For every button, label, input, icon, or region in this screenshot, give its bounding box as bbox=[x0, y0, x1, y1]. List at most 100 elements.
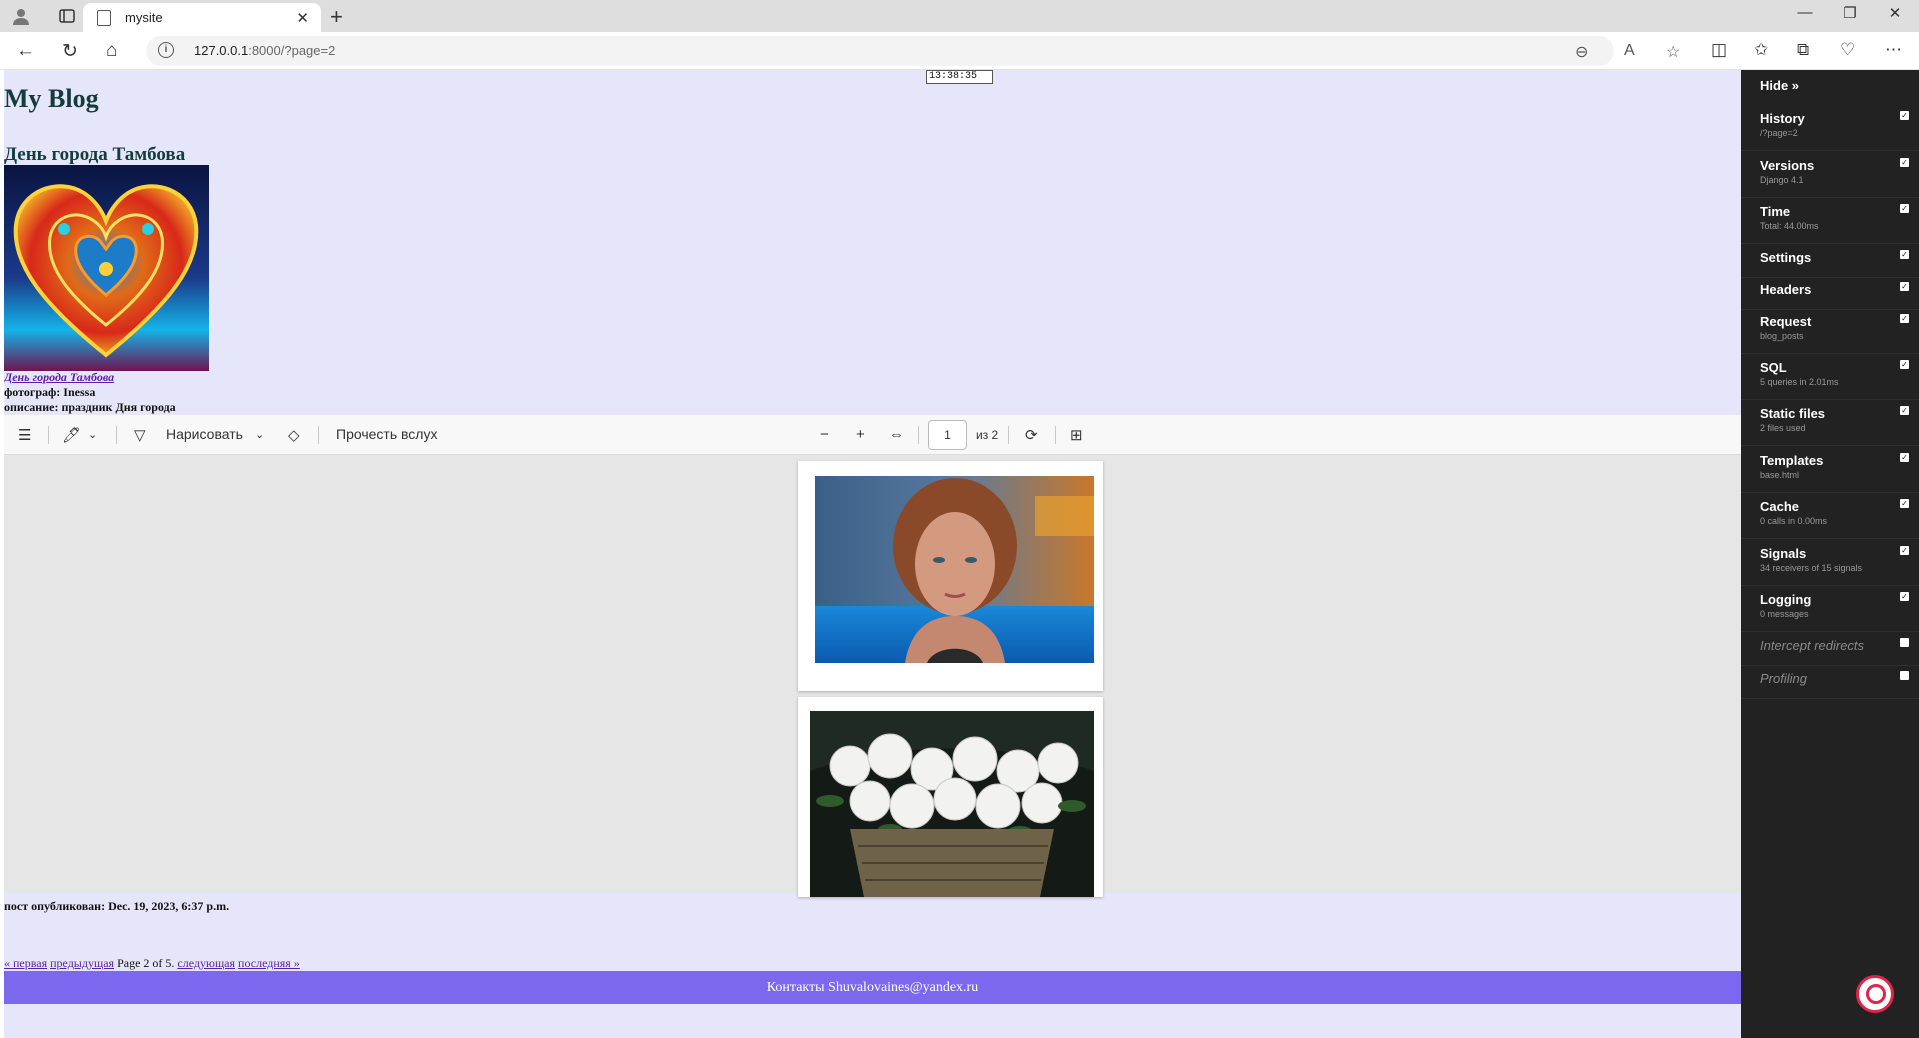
debug-panel-title: Cache bbox=[1760, 499, 1800, 514]
debug-panel-title: Request bbox=[1760, 314, 1812, 329]
hide-toolbar-button[interactable]: Hide » bbox=[1760, 78, 1799, 93]
checkbox-checked-icon[interactable]: ✓ bbox=[1900, 360, 1909, 369]
chevron-down-icon[interactable]: ⌄ bbox=[255, 428, 264, 441]
debug-panel-title: Profiling bbox=[1760, 671, 1807, 686]
browser-tab-mysite[interactable]: mysite ✕ bbox=[83, 3, 321, 32]
checkbox-checked-icon[interactable]: ✓ bbox=[1900, 250, 1909, 259]
checkbox-checked-icon[interactable]: ✓ bbox=[1900, 158, 1909, 167]
first-page-link[interactable]: « первая bbox=[4, 956, 47, 970]
tabs-icon[interactable] bbox=[55, 4, 79, 28]
checkbox-checked-icon[interactable]: ✓ bbox=[1900, 314, 1909, 323]
debug-panel-versions[interactable]: Versions Django 4.1 ✓ bbox=[1741, 158, 1919, 198]
clock-field: 13:38:35 bbox=[926, 70, 993, 84]
published-date: пост опубликован: Dec. 19, 2023, 6:37 p.… bbox=[4, 899, 230, 913]
footer-contacts: Контакты Shuvalovaines@yandex.ru bbox=[4, 971, 1741, 1004]
pdf-toolbar: ☰ 🖊 ⌄ ▽ Нарисовать ⌄ ◇ Прочесть вслух − … bbox=[4, 415, 1741, 455]
debug-panel-history[interactable]: History /?page=2 ✓ bbox=[1741, 111, 1919, 151]
checkbox-checked-icon[interactable]: ✓ bbox=[1900, 592, 1909, 601]
pdf-page-1 bbox=[798, 461, 1103, 691]
debug-panel-signals[interactable]: Signals 34 receivers of 15 signals ✓ bbox=[1741, 546, 1919, 586]
debug-panel-subtitle: 5 queries in 2.01ms bbox=[1760, 377, 1839, 387]
draw-icon[interactable]: ▽ bbox=[134, 426, 146, 444]
checkbox-checked-icon[interactable]: ✓ bbox=[1900, 111, 1909, 120]
pdf-page-2 bbox=[798, 697, 1103, 897]
debug-panel-title: Versions bbox=[1760, 158, 1815, 173]
checkbox-empty-icon[interactable] bbox=[1900, 671, 1909, 680]
debug-panel-subtitle: Django 4.1 bbox=[1760, 175, 1804, 185]
debug-panel-settings[interactable]: Settings ✓ bbox=[1741, 250, 1919, 278]
highlight-icon[interactable]: 🖊 bbox=[62, 426, 81, 444]
page-total: из 2 bbox=[976, 428, 999, 442]
checkbox-checked-icon[interactable]: ✓ bbox=[1900, 499, 1909, 508]
debug-panel-time[interactable]: Time Total: 44.00ms ✓ bbox=[1741, 204, 1919, 244]
chevron-down-icon[interactable]: ⌄ bbox=[88, 428, 97, 441]
post-title: День города Тамбова bbox=[4, 144, 186, 165]
debug-panel-title: Intercept redirects bbox=[1760, 638, 1865, 653]
debug-panel-sql[interactable]: SQL 5 queries in 2.01ms ✓ bbox=[1741, 360, 1919, 400]
home-icon[interactable]: ⌂ bbox=[106, 40, 117, 62]
tab-title: mysite bbox=[125, 10, 163, 25]
last-page-link[interactable]: последняя » bbox=[238, 956, 300, 970]
next-page-link[interactable]: следующая bbox=[177, 956, 235, 970]
extensions-icon[interactable]: ♡ bbox=[1840, 40, 1855, 60]
assistant-icon[interactable] bbox=[1856, 975, 1894, 1013]
back-icon[interactable]: ← bbox=[16, 40, 35, 62]
checkbox-checked-icon[interactable]: ✓ bbox=[1900, 406, 1909, 415]
debug-panel-templates[interactable]: Templates base.html ✓ bbox=[1741, 453, 1919, 493]
checkbox-checked-icon[interactable]: ✓ bbox=[1900, 453, 1909, 462]
description-text: описание: праздник Дня города bbox=[4, 400, 176, 414]
minimize-icon[interactable]: — bbox=[1790, 4, 1820, 21]
debug-panel-subtitle: blog_posts bbox=[1760, 331, 1804, 341]
debug-panel-title: Headers bbox=[1760, 282, 1812, 297]
restore-icon[interactable]: ❐ bbox=[1835, 4, 1865, 22]
more-icon[interactable]: ⋯ bbox=[1885, 40, 1902, 60]
page-number-input[interactable]: 1 bbox=[928, 420, 967, 450]
debug-panel-logging[interactable]: Logging 0 messages ✓ bbox=[1741, 592, 1919, 632]
profile-icon[interactable] bbox=[9, 4, 33, 28]
zoom-out-icon[interactable]: − bbox=[820, 426, 829, 443]
debug-panel-intercept-redirects[interactable]: Intercept redirects bbox=[1741, 638, 1919, 666]
contents-icon[interactable]: ☰ bbox=[18, 426, 31, 444]
debug-panel-static-files[interactable]: Static files 2 files used ✓ bbox=[1741, 406, 1919, 446]
checkbox-empty-icon[interactable] bbox=[1900, 638, 1909, 647]
rotate-icon[interactable]: ⟳ bbox=[1025, 426, 1038, 444]
debug-panel-headers[interactable]: Headers ✓ bbox=[1741, 282, 1919, 310]
close-window-icon[interactable]: ✕ bbox=[1880, 4, 1910, 22]
page-view-icon[interactable]: ⊞ bbox=[1070, 426, 1083, 444]
zoom-in-icon[interactable]: + bbox=[856, 426, 865, 443]
post-link[interactable]: День города Тамбова bbox=[4, 370, 114, 385]
favorites-icon[interactable]: ✩ bbox=[1754, 40, 1768, 60]
favorite-icon[interactable]: ☆ bbox=[1666, 42, 1680, 62]
debug-panel-title: Logging bbox=[1760, 592, 1812, 607]
post-image bbox=[4, 165, 209, 371]
debug-toolbar: Hide » History /?page=2 ✓ Versions Django 4.… bbox=[1741, 70, 1919, 1038]
debug-panel-profiling[interactable]: Profiling bbox=[1741, 671, 1919, 699]
eraser-icon[interactable]: ◇ bbox=[288, 426, 300, 444]
new-tab-icon[interactable]: + bbox=[330, 4, 343, 30]
url-field[interactable]: i 127.0.0.1:8000/?page=2 ⊖ A ☆ bbox=[146, 36, 1680, 66]
debug-panel-subtitle: 0 calls in 0.00ms bbox=[1760, 516, 1828, 526]
checkbox-checked-icon[interactable]: ✓ bbox=[1900, 546, 1909, 555]
read-aloud-icon[interactable]: A bbox=[1624, 42, 1635, 60]
zoom-out-icon[interactable]: ⊖ bbox=[1575, 42, 1588, 62]
collections-icon[interactable]: ⧉ bbox=[1797, 40, 1809, 60]
draw-button[interactable]: Нарисовать bbox=[166, 426, 243, 442]
prev-page-link[interactable]: предыдущая bbox=[50, 956, 114, 970]
address-toolbar: ← ↻ ⌂ i 127.0.0.1:8000/?page=2 ⊖ A ☆ ◫ ✩… bbox=[0, 32, 1919, 70]
close-tab-icon[interactable]: ✕ bbox=[296, 9, 309, 27]
debug-panel-subtitle: /?page=2 bbox=[1760, 128, 1798, 138]
fit-width-icon[interactable]: ⇔ bbox=[889, 426, 904, 443]
debug-panel-cache[interactable]: Cache 0 calls in 0.00ms ✓ bbox=[1741, 499, 1919, 539]
info-icon[interactable]: i bbox=[158, 42, 174, 58]
refresh-icon[interactable]: ↻ bbox=[62, 40, 78, 63]
page-icon bbox=[97, 9, 111, 26]
site-title: My Blog bbox=[4, 84, 99, 113]
read-aloud-button[interactable]: Прочесть вслух bbox=[336, 426, 437, 442]
debug-panel-request[interactable]: Request blog_posts ✓ bbox=[1741, 314, 1919, 354]
debug-panel-subtitle: base.html bbox=[1760, 470, 1800, 480]
checkbox-checked-icon[interactable]: ✓ bbox=[1900, 282, 1909, 291]
checkbox-checked-icon[interactable]: ✓ bbox=[1900, 204, 1909, 213]
debug-panel-title: SQL bbox=[1760, 360, 1787, 375]
debug-panel-title: Settings bbox=[1760, 250, 1812, 265]
split-icon[interactable]: ◫ bbox=[1711, 40, 1727, 60]
